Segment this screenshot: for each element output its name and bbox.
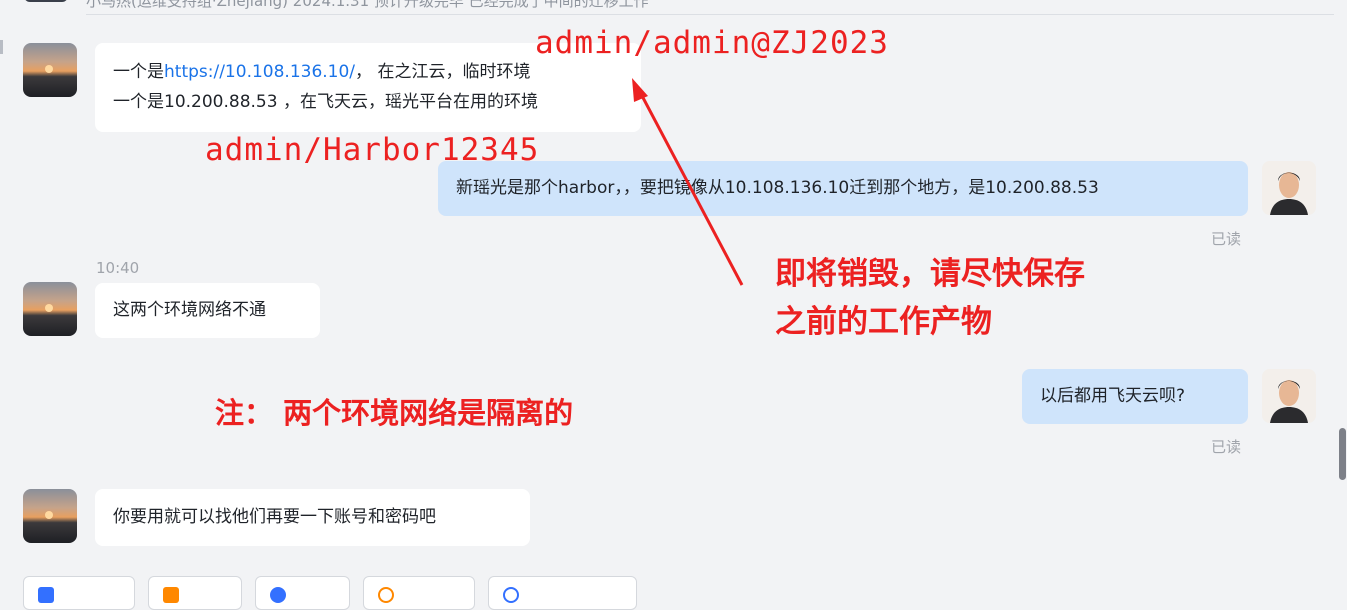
toolbar-button-person[interactable] — [255, 576, 350, 610]
scrollbar-thumb[interactable] — [1339, 428, 1346, 480]
clock-icon — [378, 587, 394, 603]
toolbar-button-doc[interactable] — [23, 576, 135, 610]
person-icon — [270, 587, 286, 603]
arrow-line — [638, 91, 744, 286]
toolbar-button-task[interactable] — [148, 576, 242, 610]
doc-icon — [38, 587, 54, 603]
annotation-arrow — [632, 78, 744, 286]
toolbar-button-clock[interactable] — [363, 576, 475, 610]
arrow-head-icon — [632, 78, 648, 102]
task-icon — [163, 587, 179, 603]
refresh-icon — [503, 587, 519, 603]
toolbar-button-refresh[interactable] — [488, 576, 637, 610]
